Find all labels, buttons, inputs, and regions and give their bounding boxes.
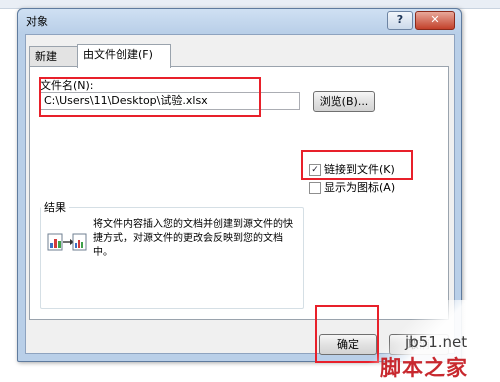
tab-create-new[interactable]: 新建(C)	[29, 46, 79, 82]
browse-button[interactable]: 浏览(B)...	[313, 91, 375, 112]
close-button[interactable]: ✕	[415, 11, 455, 30]
result-group: 结果 将文件内容插入您的文档并创建到源文件的快捷方式，对源文件的更改会反映到您的…	[40, 199, 304, 309]
highlight-ok-button	[315, 305, 379, 363]
result-title: 结果	[41, 199, 69, 215]
highlight-link-option	[301, 150, 413, 180]
link-file-icon	[47, 233, 87, 251]
help-button[interactable]: ?	[387, 11, 413, 30]
dialog-title: 对象	[26, 15, 48, 28]
tab-create-from-file[interactable]: 由文件创建(F)	[77, 44, 171, 68]
object-dialog: 对象 ? ✕ 新建(C) 由文件创建(F) 文件名(N): C:\Users\1…	[17, 8, 462, 362]
display-as-icon-checkbox[interactable]	[309, 182, 321, 194]
watermark-site: jb51.net	[405, 333, 468, 351]
dialog-titlebar: 对象 ? ✕	[18, 9, 461, 33]
result-description: 将文件内容插入您的文档并创建到源文件的快捷方式，对源文件的更改会反映到您的文档中…	[93, 219, 293, 258]
display-as-icon-option[interactable]: 显示为图标(A)	[309, 181, 395, 195]
display-as-icon-label: 显示为图标(A)	[324, 181, 396, 194]
highlight-file-name	[39, 77, 261, 117]
watermark-brand: 脚本之家	[380, 356, 468, 380]
